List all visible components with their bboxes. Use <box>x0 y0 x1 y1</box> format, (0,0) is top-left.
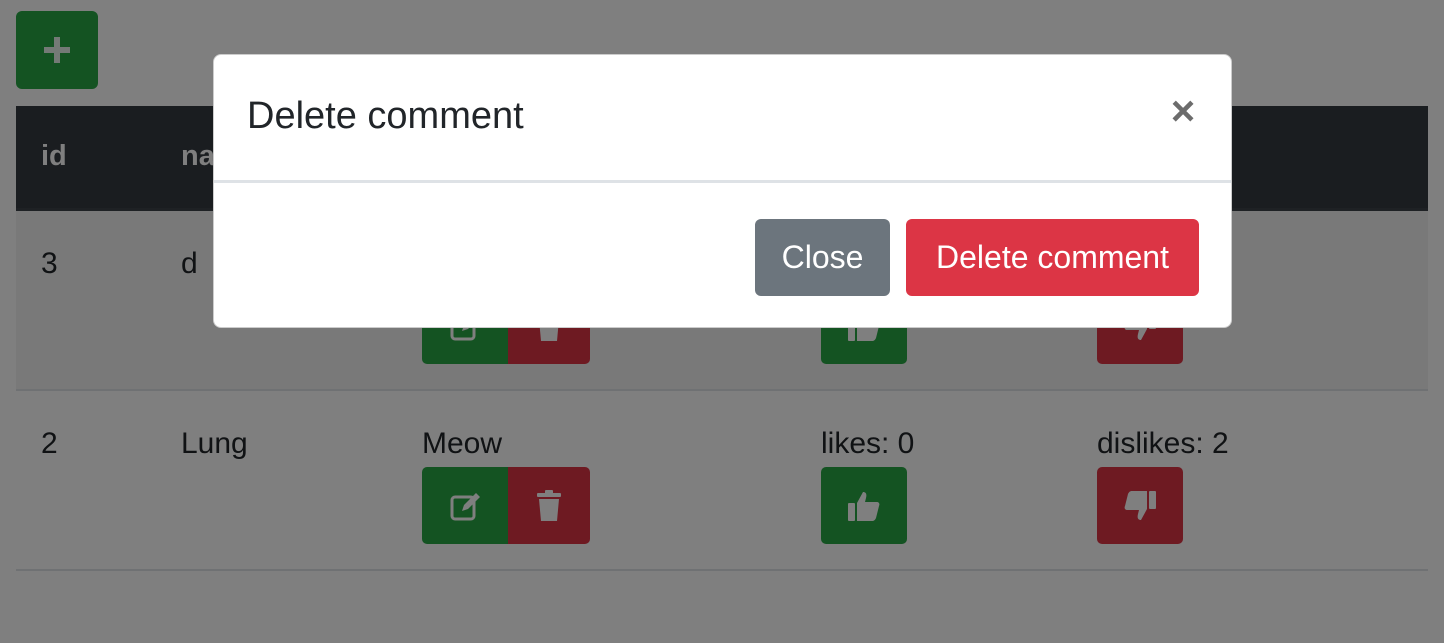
modal-title: Delete comment <box>247 95 524 137</box>
modal-header: Delete comment × <box>214 55 1231 183</box>
modal-footer: Close Delete comment <box>214 183 1231 328</box>
page: id name 3 d d <box>0 0 1444 643</box>
delete-comment-button[interactable]: Delete comment <box>906 219 1199 296</box>
close-icon[interactable]: × <box>1165 87 1201 134</box>
delete-comment-modal: Delete comment × Close Delete comment <box>213 54 1232 328</box>
close-button[interactable]: Close <box>755 219 890 296</box>
